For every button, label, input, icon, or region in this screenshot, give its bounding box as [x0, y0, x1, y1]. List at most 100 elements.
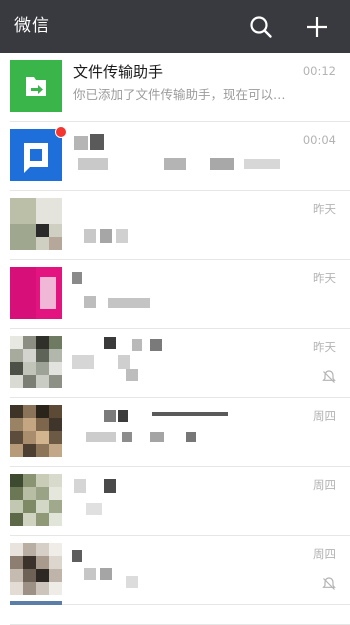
blurred-name [150, 339, 162, 351]
avatar [10, 405, 62, 457]
mosaic-tile [40, 277, 56, 309]
chat-row[interactable]: 周四 [0, 536, 350, 605]
plus-icon [307, 17, 327, 37]
blurred-name [72, 272, 82, 284]
mosaic-tile [10, 405, 23, 418]
avatar [10, 198, 62, 250]
mosaic-tile [10, 198, 36, 224]
chat-row[interactable]: 周四 [0, 398, 350, 467]
mosaic-tile [23, 543, 36, 556]
blurred-preview [84, 296, 96, 308]
chat-time: 昨天 [313, 271, 336, 285]
blurred-preview [108, 298, 150, 308]
blurred-preview [78, 158, 108, 170]
mosaic-tile [10, 582, 23, 595]
chat-row[interactable]: 昨天 [0, 329, 350, 398]
mosaic-tile [36, 513, 49, 526]
mosaic-tile [23, 418, 36, 431]
blurred-name [72, 550, 82, 562]
mosaic-tile [49, 431, 62, 444]
blurred-preview [126, 369, 138, 381]
mosaic-tile [36, 405, 49, 418]
mosaic-tile [10, 513, 23, 526]
mosaic-tile [49, 543, 62, 556]
mosaic-tile [49, 336, 62, 349]
mosaic-tile [36, 569, 49, 582]
chat-time: 00:04 [302, 133, 336, 147]
chat-time: 周四 [313, 547, 336, 561]
blurred-name [104, 337, 116, 349]
avatar [10, 60, 62, 112]
mosaic-tile [49, 500, 62, 513]
mosaic-tile [49, 444, 62, 457]
mosaic-tile [49, 556, 62, 569]
chat-time: 00:12 [302, 64, 336, 78]
mute-icon [322, 370, 336, 383]
unread-badge [55, 126, 67, 138]
mosaic-tile [23, 336, 36, 349]
search-button[interactable] [247, 13, 275, 41]
chat-time: 昨天 [313, 202, 336, 216]
mosaic-tile [23, 582, 36, 595]
mosaic-tile [10, 349, 23, 362]
avatar [10, 336, 62, 388]
chat-row[interactable]: 昨天 [0, 191, 350, 260]
mosaic-tile [23, 375, 36, 388]
mosaic-tile [36, 543, 49, 556]
mosaic-tile [10, 543, 23, 556]
avatar [10, 267, 62, 319]
mosaic-tile [49, 375, 62, 388]
chat-row[interactable]: 昨天 [0, 260, 350, 329]
mosaic-tile [23, 349, 36, 362]
mosaic-tile [49, 474, 62, 487]
mosaic-tile [36, 362, 49, 375]
mosaic-tile [10, 362, 23, 375]
mosaic-tile [10, 556, 23, 569]
mosaic-tile [49, 487, 62, 500]
blurred-preview [86, 432, 116, 442]
add-button[interactable] [303, 13, 331, 41]
search-icon [250, 16, 272, 38]
blurred-preview [116, 229, 128, 243]
mute-icon [322, 577, 336, 590]
top-bar: 微信 [0, 0, 350, 53]
blurred-preview [164, 158, 186, 170]
chat-time: 周四 [313, 409, 336, 423]
blurred-preview [150, 432, 164, 442]
mosaic-tile [23, 487, 36, 500]
chat-row[interactable]: 周四 [0, 467, 350, 536]
mosaic-tile [36, 500, 49, 513]
mosaic-tile [23, 431, 36, 444]
blurred-preview [72, 355, 94, 369]
mosaic-tile [10, 444, 23, 457]
chat-time: 周四 [313, 478, 336, 492]
mosaic-tile [49, 405, 62, 418]
mosaic-tile [10, 500, 23, 513]
mosaic-tile [23, 405, 36, 418]
app-title: 微信 [14, 16, 50, 36]
mosaic-tile [23, 474, 36, 487]
mosaic-tile [23, 362, 36, 375]
mosaic-tile [49, 569, 62, 582]
chat-row[interactable] [0, 601, 350, 625]
blurred-name [132, 339, 142, 351]
mosaic-tile [23, 500, 36, 513]
chat-time: 昨天 [313, 340, 336, 354]
mosaic-tile [36, 198, 62, 224]
mosaic-tile [36, 556, 49, 569]
chat-row[interactable]: 00:04 [0, 122, 350, 191]
blurred-preview [122, 432, 132, 442]
mosaic-tile [36, 474, 49, 487]
mosaic-tile [36, 336, 49, 349]
chat-row-file-transfer[interactable]: 文件传输助手 你已添加了文件传输助手，现在可以… 00:12 [0, 53, 350, 122]
blurred-preview [126, 576, 138, 588]
mosaic-tile [10, 474, 23, 487]
mosaic-tile [10, 267, 36, 319]
avatar [10, 474, 62, 526]
blurred-name [104, 479, 116, 493]
blurred-preview [100, 568, 112, 580]
blurred-preview [244, 159, 280, 169]
mosaic-tile [49, 418, 62, 431]
mosaic-tile [36, 431, 49, 444]
mosaic-tile [23, 513, 36, 526]
